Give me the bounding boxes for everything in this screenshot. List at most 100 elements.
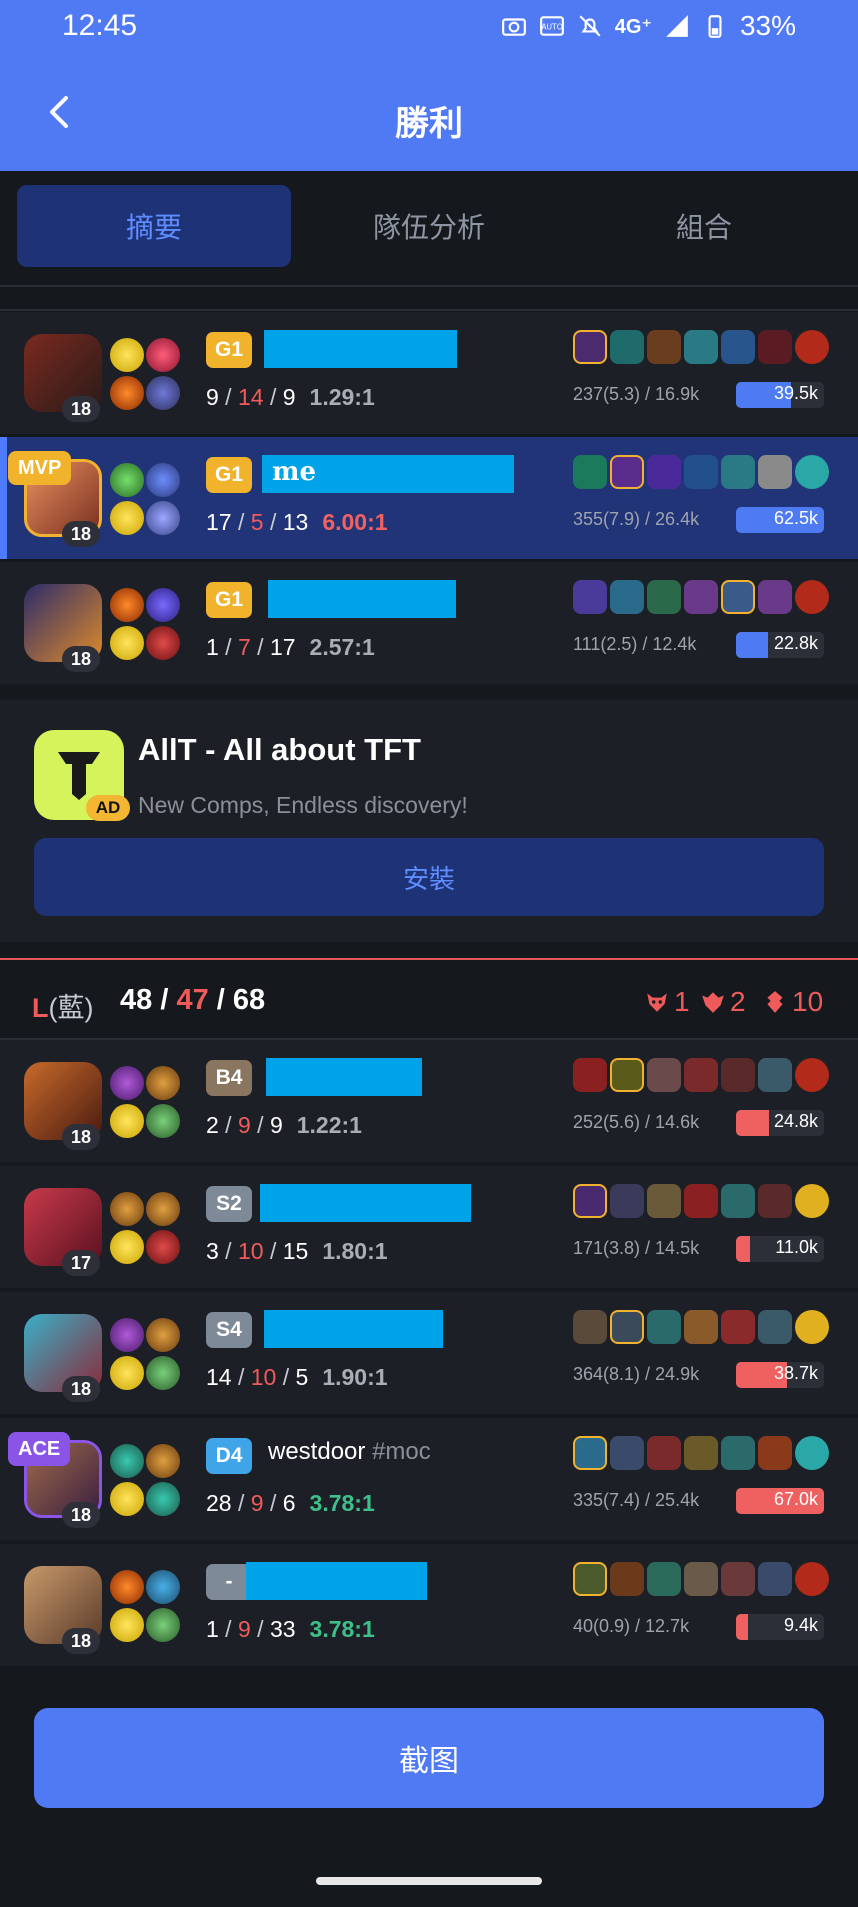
item-build [573, 455, 829, 489]
redacted-name [264, 330, 457, 368]
champion-level: 18 [62, 1376, 100, 1402]
rune-icon [110, 1066, 144, 1100]
install-button[interactable]: 安裝 [34, 838, 824, 916]
svg-text:AUTO: AUTO [541, 22, 562, 31]
secondary-rune-icon [146, 1608, 180, 1642]
signal-icon [666, 15, 688, 37]
redacted-name [268, 580, 456, 618]
trinket-icon [795, 1310, 829, 1344]
ad-card[interactable]: AD AllT - All about TFT New Comps, Endle… [0, 700, 858, 942]
flash-spell-icon [110, 626, 144, 660]
secondary-rune-icon [146, 1230, 180, 1264]
player-row[interactable]: 18 - 1 / 9 / 33 3.78:1 40(0.9) / 12.7k 9.… [0, 1544, 858, 1666]
app-header: 12:45 AUTO 4G⁺ 33% 勝利 [0, 0, 858, 171]
kda-ratio: 1.29:1 [309, 384, 375, 410]
item-icon [573, 330, 607, 364]
team-kda: 48 / 47 / 68 [120, 984, 266, 1016]
team-header: L(藍) 48 / 47 / 68 1 2 10 [0, 958, 858, 1038]
rune-icon [146, 1192, 180, 1226]
damage-bar: 67.0k [736, 1488, 824, 1514]
item-icon [573, 580, 607, 614]
camera-icon [501, 18, 526, 36]
item-icon [610, 330, 644, 364]
kda-ratio: 1.80:1 [322, 1238, 388, 1264]
item-build [573, 330, 829, 364]
item-icon [721, 1184, 755, 1218]
item-icon [684, 1436, 718, 1470]
player-row[interactable]: ACE 18 D4 westdoor #moc 28 / 9 / 6 3.78:1… [0, 1418, 858, 1540]
mvp-badge: MVP [8, 451, 72, 485]
rune-icon [110, 1192, 144, 1226]
rank-badge: S2 [206, 1186, 252, 1222]
rank-badge: B4 [206, 1060, 252, 1096]
kda-ratio: 6.00:1 [322, 509, 388, 535]
item-icon [573, 1184, 607, 1218]
item-icon [684, 455, 718, 489]
tab-builds[interactable]: 組合 [567, 185, 841, 267]
damage-bar: 62.5k [736, 507, 824, 533]
item-icon [721, 1310, 755, 1344]
flash-spell-icon [110, 1230, 144, 1264]
item-icon [610, 1184, 644, 1218]
cs-gold: 364(8.1) / 24.9k [573, 1364, 700, 1384]
player-tag: #moc [372, 1438, 431, 1465]
item-icon [684, 1562, 718, 1596]
player-name: westdoor #moc [268, 1438, 431, 1465]
player-row[interactable]: 18 S4 14 / 10 / 5 1.90:1 364(8.1) / 24.9k… [0, 1292, 858, 1414]
network-type: 4G⁺ [614, 15, 652, 38]
item-icon [573, 1310, 607, 1344]
item-icon [721, 455, 755, 489]
player-row[interactable]: 18 B4 2 / 9 / 9 1.22:1 252(5.6) / 14.6k 2… [0, 1040, 858, 1162]
ad-badge: AD [86, 795, 130, 821]
kda: 14 / 10 / 5 1.90:1 [206, 1364, 388, 1390]
item-icon [610, 580, 644, 614]
tower-icon [767, 991, 783, 1013]
tab-summary[interactable]: 摘要 [17, 185, 291, 267]
rune-icon [146, 1066, 180, 1100]
flash-spell-icon [110, 1482, 144, 1516]
ignite-spell-icon [110, 1570, 144, 1604]
item-icon [573, 1562, 607, 1596]
item-icon [758, 455, 792, 489]
rank-badge: G1 [206, 457, 252, 493]
kda: 1 / 7 / 17 2.57:1 [206, 634, 375, 660]
home-indicator[interactable] [316, 1877, 542, 1885]
mute-bell-icon [579, 15, 601, 37]
player-row-mvp[interactable]: MVP 18 G1 me 17 / 5 / 13 6.00:1 355(7.9) … [0, 437, 858, 559]
baron-count: 1 [644, 986, 690, 1018]
item-icon [573, 1436, 607, 1470]
item-icon [647, 1184, 681, 1218]
cs-gold: 252(5.6) / 14.6k [573, 1112, 700, 1132]
item-icon [610, 1310, 644, 1344]
status-time: 12:45 [62, 9, 138, 42]
cs-gold: 111(2.5) / 12.4k [573, 634, 697, 654]
player-row[interactable]: 18 G1 9 / 14 / 9 1.29:1 237(5.3) / 16.9k … [0, 312, 858, 434]
redacted-name [264, 1310, 443, 1348]
secondary-rune-icon [146, 376, 180, 410]
item-icon [758, 1184, 792, 1218]
flash-spell-icon [110, 338, 144, 372]
divider [0, 285, 858, 287]
tower-count: 10 [762, 986, 823, 1018]
rune-icon [110, 463, 144, 497]
cs-gold: 335(7.4) / 25.4k [573, 1490, 700, 1510]
cs-gold: 171(3.8) / 14.5k [573, 1238, 700, 1258]
cs-gold: 237(5.3) / 16.9k [573, 384, 700, 404]
damage-bar: 9.4k [736, 1614, 824, 1640]
player-row[interactable]: 18 G1 1 / 7 / 17 2.57:1 111(2.5) / 12.4k … [0, 562, 858, 684]
item-icon [610, 1058, 644, 1092]
player-row[interactable]: 17 S2 3 / 10 / 15 1.80:1 171(3.8) / 14.5k… [0, 1166, 858, 1288]
dragon-count: 2 [700, 986, 746, 1018]
champion-level: 18 [62, 1124, 100, 1150]
ward-icon [795, 330, 829, 364]
secondary-rune-icon [146, 626, 180, 660]
redacted-name [266, 1058, 422, 1096]
item-icon [758, 1436, 792, 1470]
item-icon [610, 455, 644, 489]
item-icon [684, 1310, 718, 1344]
tab-team-analysis[interactable]: 隊伍分析 [292, 185, 566, 267]
redacted-name [260, 1184, 471, 1222]
item-build [573, 580, 829, 614]
screenshot-button[interactable]: 截图 [34, 1708, 824, 1808]
flash-spell-icon [110, 1104, 144, 1138]
